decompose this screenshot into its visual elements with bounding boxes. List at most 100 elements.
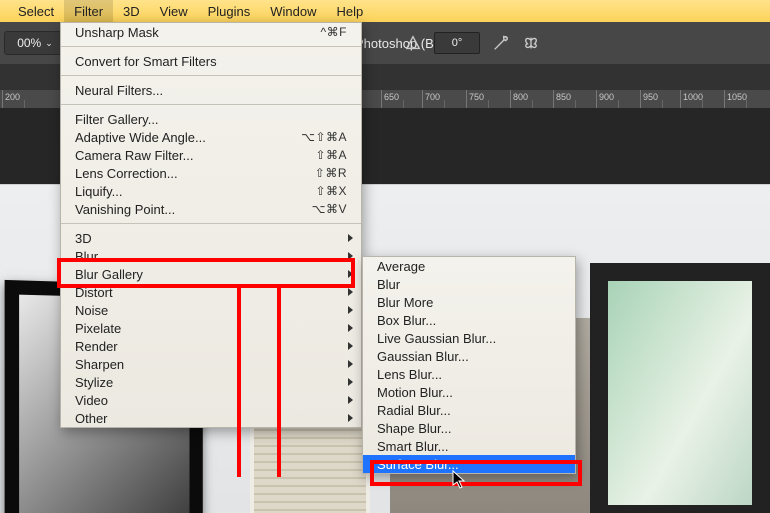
menu-item-label: Other: [75, 411, 108, 426]
menu-item-label: Camera Raw Filter...: [75, 148, 193, 163]
ruler-tick: 650: [381, 90, 384, 108]
menu-item-label: 3D: [75, 231, 92, 246]
ruler-tick-minor: [575, 100, 578, 108]
blur-menu-item[interactable]: Surface Blur...: [363, 455, 575, 473]
menubar-item-view[interactable]: View: [150, 0, 198, 22]
menu-item-label: Neural Filters...: [75, 83, 163, 98]
blur-menu-item[interactable]: Lens Blur...: [363, 365, 575, 383]
ruler-label: 1050: [727, 92, 747, 102]
blur-menu-item[interactable]: Smart Blur...: [363, 437, 575, 455]
photo-window: [590, 263, 770, 513]
ruler-tick-minor: [403, 100, 406, 108]
menu-item-label: Blur: [377, 277, 400, 292]
menu-item-shortcut: ⇧⌘R: [315, 166, 347, 180]
menu-item-label: Adaptive Wide Angle...: [75, 130, 206, 145]
filter-menu-item[interactable]: Camera Raw Filter... ⇧⌘A: [61, 146, 361, 164]
rotation-field[interactable]: 0°: [434, 32, 480, 54]
menu-item-label: Blur More: [377, 295, 433, 310]
filter-menu-item[interactable]: Stylize: [61, 373, 361, 391]
filter-menu-item[interactable]: Video: [61, 391, 361, 409]
menu-item-shortcut: ⌥⇧⌘A: [301, 130, 347, 144]
filter-menu-item[interactable]: Other: [61, 409, 361, 427]
blur-menu-item[interactable]: Live Gaussian Blur...: [363, 329, 575, 347]
menu-item-label: Lens Blur...: [377, 367, 442, 382]
menu-item-label: Unsharp Mask: [75, 25, 159, 40]
menu-item-label: Motion Blur...: [377, 385, 453, 400]
filter-menu: Unsharp Mask ^⌘F Convert for Smart Filters…: [60, 22, 362, 428]
menu-item-label: Noise: [75, 303, 108, 318]
menu-item-label: Pixelate: [75, 321, 121, 336]
menubar-item-plugins[interactable]: Plugins: [198, 0, 261, 22]
menubar-item-filter[interactable]: Filter: [64, 0, 113, 22]
menu-separator: [61, 75, 361, 76]
blur-menu-item[interactable]: Radial Blur...: [363, 401, 575, 419]
filter-menu-item[interactable]: Blur: [61, 247, 361, 265]
filter-menu-item[interactable]: Pixelate: [61, 319, 361, 337]
ruler-tick: 700: [422, 90, 425, 108]
filter-menu-item[interactable]: Vanishing Point... ⌥⌘V: [61, 200, 361, 218]
menubar-item-window[interactable]: Window: [260, 0, 326, 22]
ruler-tick-minor: [702, 100, 705, 108]
filter-menu-item[interactable]: Blur Gallery: [61, 265, 361, 283]
blur-menu-item[interactable]: Blur: [363, 275, 575, 293]
menu-item-label: Render: [75, 339, 118, 354]
menu-item-label: Lens Correction...: [75, 166, 178, 181]
menu-item-label: Blur: [75, 249, 98, 264]
ruler-tick-minor: [746, 100, 749, 108]
triangle-icon[interactable]: [404, 34, 422, 52]
filter-menu-item[interactable]: Unsharp Mask ^⌘F: [61, 23, 361, 41]
ruler-label: 650: [384, 92, 399, 102]
ruler-label: 850: [556, 92, 571, 102]
filter-menu-item[interactable]: Convert for Smart Filters: [61, 52, 361, 70]
mouse-cursor-icon: [452, 470, 466, 490]
menubar-item-select[interactable]: Select: [8, 0, 64, 22]
menu-item-label: Gaussian Blur...: [377, 349, 469, 364]
ruler-tick-minor: [618, 100, 621, 108]
ruler-tick-minor: [444, 100, 447, 108]
filter-menu-item[interactable]: Distort: [61, 283, 361, 301]
menu-item-label: Stylize: [75, 375, 113, 390]
blur-menu-item[interactable]: Box Blur...: [363, 311, 575, 329]
ruler-label: 950: [643, 92, 658, 102]
menubar-item-help[interactable]: Help: [327, 0, 374, 22]
rotation-value: 0°: [452, 37, 463, 49]
filter-menu-item[interactable]: 3D: [61, 229, 361, 247]
blur-menu-item[interactable]: Gaussian Blur...: [363, 347, 575, 365]
ruler-label: 1000: [683, 92, 703, 102]
menu-item-label: Box Blur...: [377, 313, 436, 328]
menu-item-label: Distort: [75, 285, 113, 300]
filter-menu-item[interactable]: Render: [61, 337, 361, 355]
menu-item-shortcut: ⇧⌘A: [315, 148, 347, 162]
filter-menu-item[interactable]: Sharpen: [61, 355, 361, 373]
wand-icon[interactable]: [492, 34, 510, 52]
ruler-tick: 900: [596, 90, 599, 108]
filter-menu-item[interactable]: Filter Gallery...: [61, 110, 361, 128]
menu-item-label: Average: [377, 259, 425, 274]
menu-item-label: Filter Gallery...: [75, 112, 159, 127]
menu-item-shortcut: ⇧⌘X: [315, 184, 347, 198]
menu-item-shortcut: ^⌘F: [321, 25, 347, 39]
ruler-tick-minor: [24, 100, 27, 108]
ruler-tick: 750: [466, 90, 469, 108]
ruler-tick: 200: [2, 90, 5, 108]
menu-item-label: Video: [75, 393, 108, 408]
ruler-tick: 1050: [724, 90, 727, 108]
filter-menu-item[interactable]: Liquify...⇧⌘X: [61, 182, 361, 200]
blur-menu-item[interactable]: Motion Blur...: [363, 383, 575, 401]
ruler-label: 800: [513, 92, 528, 102]
ruler-label: 750: [469, 92, 484, 102]
menu-item-label: Vanishing Point...: [75, 202, 175, 217]
filter-menu-item[interactable]: Noise: [61, 301, 361, 319]
filter-menu-item[interactable]: Adaptive Wide Angle... ⌥⇧⌘A: [61, 128, 361, 146]
butterfly-icon[interactable]: [522, 34, 540, 52]
menu-item-label: Surface Blur...: [377, 457, 459, 472]
blur-menu-item[interactable]: Shape Blur...: [363, 419, 575, 437]
menu-separator: [61, 104, 361, 105]
ruler-tick: 1000: [680, 90, 683, 108]
menu-item-shortcut: ⌥⌘V: [312, 202, 347, 216]
menubar-item-3d[interactable]: 3D: [113, 0, 150, 22]
filter-menu-item[interactable]: Lens Correction... ⇧⌘R: [61, 164, 361, 182]
blur-menu-item[interactable]: Average: [363, 257, 575, 275]
filter-menu-item[interactable]: Neural Filters...: [61, 81, 361, 99]
blur-menu-item[interactable]: Blur More: [363, 293, 575, 311]
